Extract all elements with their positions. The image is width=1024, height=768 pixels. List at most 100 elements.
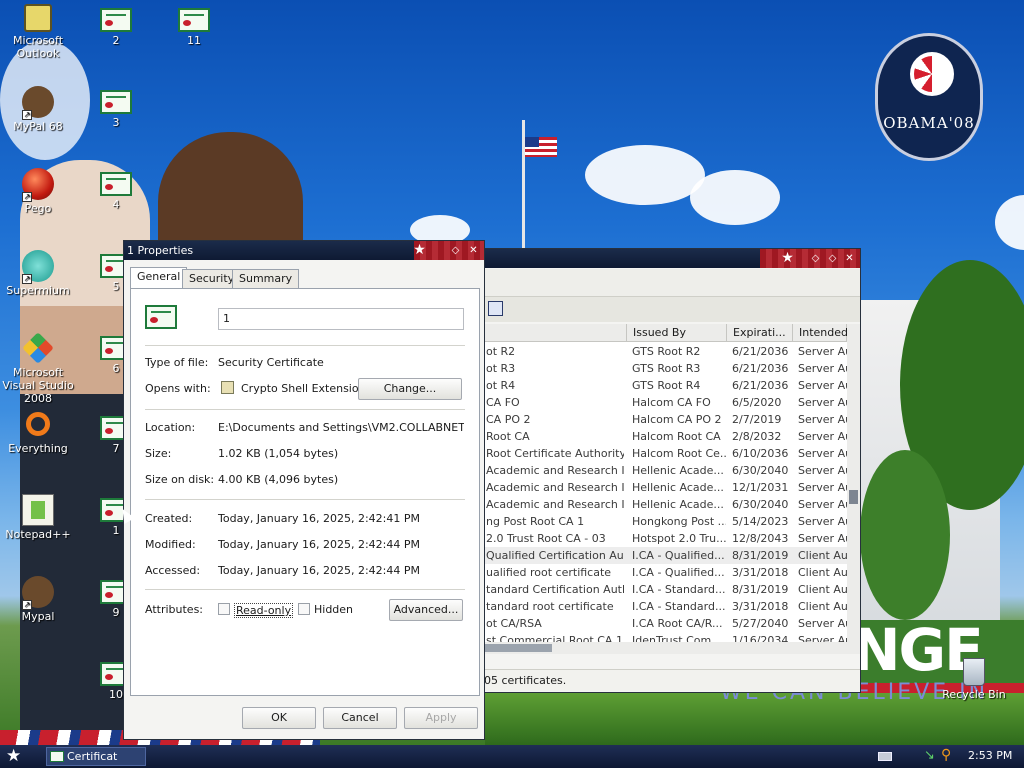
desktop-icon-label: Notepad++ [5,528,71,541]
cell-purpose: Client Aut [798,566,847,579]
table-row[interactable]: tandard Certification Auth... I.CA - Stan… [484,581,847,598]
desktop-icon-cert[interactable]: 11 [157,4,231,47]
readonly-checkbox[interactable] [218,603,230,615]
taskbar-task-certificates[interactable]: Certificat [46,747,146,766]
table-row[interactable]: Root Certificate Authority Halcom Root Ce… [484,445,847,462]
desktop-icon-notepadpp[interactable]: Notepad++ [1,494,75,541]
column-header-intended[interactable]: Intended [793,324,847,342]
search-icon[interactable]: ⚲ [941,747,951,763]
desktop-icon-recycle-bin[interactable]: Recycle Bin [937,658,1011,701]
cell-name: ot R4 [486,379,516,392]
desktop-icon-supermium[interactable]: ↗ Supermium [1,250,75,297]
column-header-expiration[interactable]: Expirati... [727,324,793,342]
campaign-logo: OBAMA'08 [875,33,983,161]
cell-exp: 12/1/2031 [732,481,789,494]
cell-purpose: Server Au [798,413,847,426]
table-row[interactable]: ot CA/RSA I.CA Root CA/R... 5/27/2040 Serve… [484,615,847,632]
supermium-icon: ↗ [22,250,54,284]
table-row[interactable]: Qualified Certification Auth... I.CA - Qu… [484,547,847,564]
column-header-issued-by[interactable]: Issued By [627,324,727,342]
tab-summary[interactable]: Summary [232,269,300,288]
table-row[interactable]: Root CA Halcom Root CA 2/8/2032 Server Au [484,428,847,445]
table-row[interactable]: Academic and Research I... Hellenic Acade… [484,479,847,496]
table-row[interactable]: ot R3 GTS Root R3 6/21/2036 Server Au [484,360,847,377]
view-icon[interactable] [488,301,503,316]
crypto-shell-icon [221,381,234,394]
cert-window-titlebar[interactable]: ★ ◇ ◇ ✕ [484,249,860,268]
properties-titlebar[interactable]: 1 Properties ★ ◇ ✕ [124,241,484,260]
cell-exp: 3/31/2018 [732,600,789,613]
size-value: 1.02 KB (1,054 bytes) [218,447,339,460]
table-row[interactable]: CA PO 2 Halcom CA PO 2 2/7/2019 Server Au [484,411,847,428]
desktop-icon-mypal68[interactable]: ↗ MyPal 68 [1,86,75,133]
desktop-icon-mypal[interactable]: ↗ Mypal [1,576,75,623]
certificate-list: Issued By Expirati... Intended ot R2 GTS … [484,324,847,654]
cell-issuer: I.CA - Qualified... [632,549,725,562]
table-row[interactable]: Academic and Research I... Hellenic Acade… [484,462,847,479]
attributes-label: Attributes: [145,603,204,616]
change-button[interactable]: Change... [358,378,462,400]
desktop-icon-pego[interactable]: ↗ Pego [1,168,75,215]
table-row[interactable]: 2.0 Trust Root CA - 03 Hotspot 2.0 Tru...… [484,530,847,547]
table-row[interactable]: ot R2 GTS Root R2 6/21/2036 Server Au [484,343,847,360]
cell-exp: 12/8/2043 [732,532,789,545]
hidden-checkbox[interactable] [298,603,310,615]
apply-button[interactable]: Apply [404,707,478,729]
readonly-label[interactable]: Read-only [234,603,294,618]
cell-exp: 6/21/2036 [732,362,789,375]
table-row[interactable]: tandard root certificate I.CA - Standard.… [484,598,847,615]
table-row[interactable]: Academic and Research I... Hellenic Acade… [484,496,847,513]
vertical-scrollbar[interactable] [847,324,860,654]
minimize-icon[interactable]: ◇ [809,252,822,265]
advanced-button[interactable]: Advanced... [389,599,463,621]
desktop-icon-label: MyPal 68 [13,120,63,133]
maximize-icon[interactable]: ◇ [826,252,839,265]
cell-purpose: Server Au [798,464,847,477]
desktop-icon-label: Pego [24,202,52,215]
keyboard-icon[interactable] [878,752,892,761]
cell-purpose: Client Aut [798,600,847,613]
desktop-icon-visual-studio[interactable]: Microsoft Visual Studio 2008 [1,332,75,405]
accessed-label: Accessed: [145,564,201,577]
table-row[interactable]: ng Post Root CA 1 Hongkong Post ... 5/14/2… [484,513,847,530]
horizontal-scrollbar[interactable] [484,642,847,654]
certificate-icon [50,751,64,762]
cancel-button[interactable]: Cancel [323,707,397,729]
recycle-bin-icon [963,658,985,686]
modified-value: Today, January 16, 2025, 2:42:44 PM [218,538,421,551]
tab-general[interactable]: General [130,267,188,289]
cell-exp: 5/14/2023 [732,515,789,528]
cell-exp: 5/27/2040 [732,617,789,630]
cell-name: Academic and Research I... [486,481,624,494]
help-icon[interactable]: ◇ [449,244,462,257]
table-row[interactable]: ot R4 GTS Root R4 6/21/2036 Server Au [484,377,847,394]
cell-name: ng Post Root CA 1 [486,515,585,528]
table-row[interactable]: ualified root certificate I.CA - Qualifie… [484,564,847,581]
desktop-icon-everything[interactable]: Everything [1,412,75,455]
cell-name: ot R2 [486,345,516,358]
cell-purpose: Server Au [798,362,847,375]
ok-button[interactable]: OK [242,707,316,729]
column-header-name[interactable] [484,324,627,342]
size-label: Size: [145,447,172,460]
scrollbar-thumb[interactable] [849,490,858,504]
desktop-icon-label: Everything [8,442,68,455]
close-icon[interactable]: ✕ [843,252,856,265]
desktop-icon-cert[interactable]: 2 [79,4,153,47]
desktop-icon-cert[interactable]: 3 [79,86,153,129]
desktop-icon-label: Microsoft Visual Studio 2008 [2,366,74,405]
table-row[interactable]: CA FO Halcom CA FO 6/5/2020 Server Au [484,394,847,411]
network-icon[interactable]: ↘ [924,748,935,763]
filename-field[interactable]: 1 [218,308,464,330]
cell-name: Root Certificate Authority [486,447,624,460]
desktop-icon-outlook[interactable]: Microsoft Outlook [1,4,75,60]
hidden-label[interactable]: Hidden [314,603,353,616]
close-icon[interactable]: ✕ [467,244,480,257]
properties-dialog: 1 Properties ★ ◇ ✕ General Security Summ… [123,240,485,740]
cell-purpose: Client Aut [798,549,847,562]
cell-purpose: Server Au [798,498,847,511]
desktop-icon-cert[interactable]: 4 [79,168,153,211]
scrollbar-thumb[interactable] [484,644,552,652]
start-button[interactable]: ★ [6,746,21,766]
cell-name: CA PO 2 [486,413,531,426]
